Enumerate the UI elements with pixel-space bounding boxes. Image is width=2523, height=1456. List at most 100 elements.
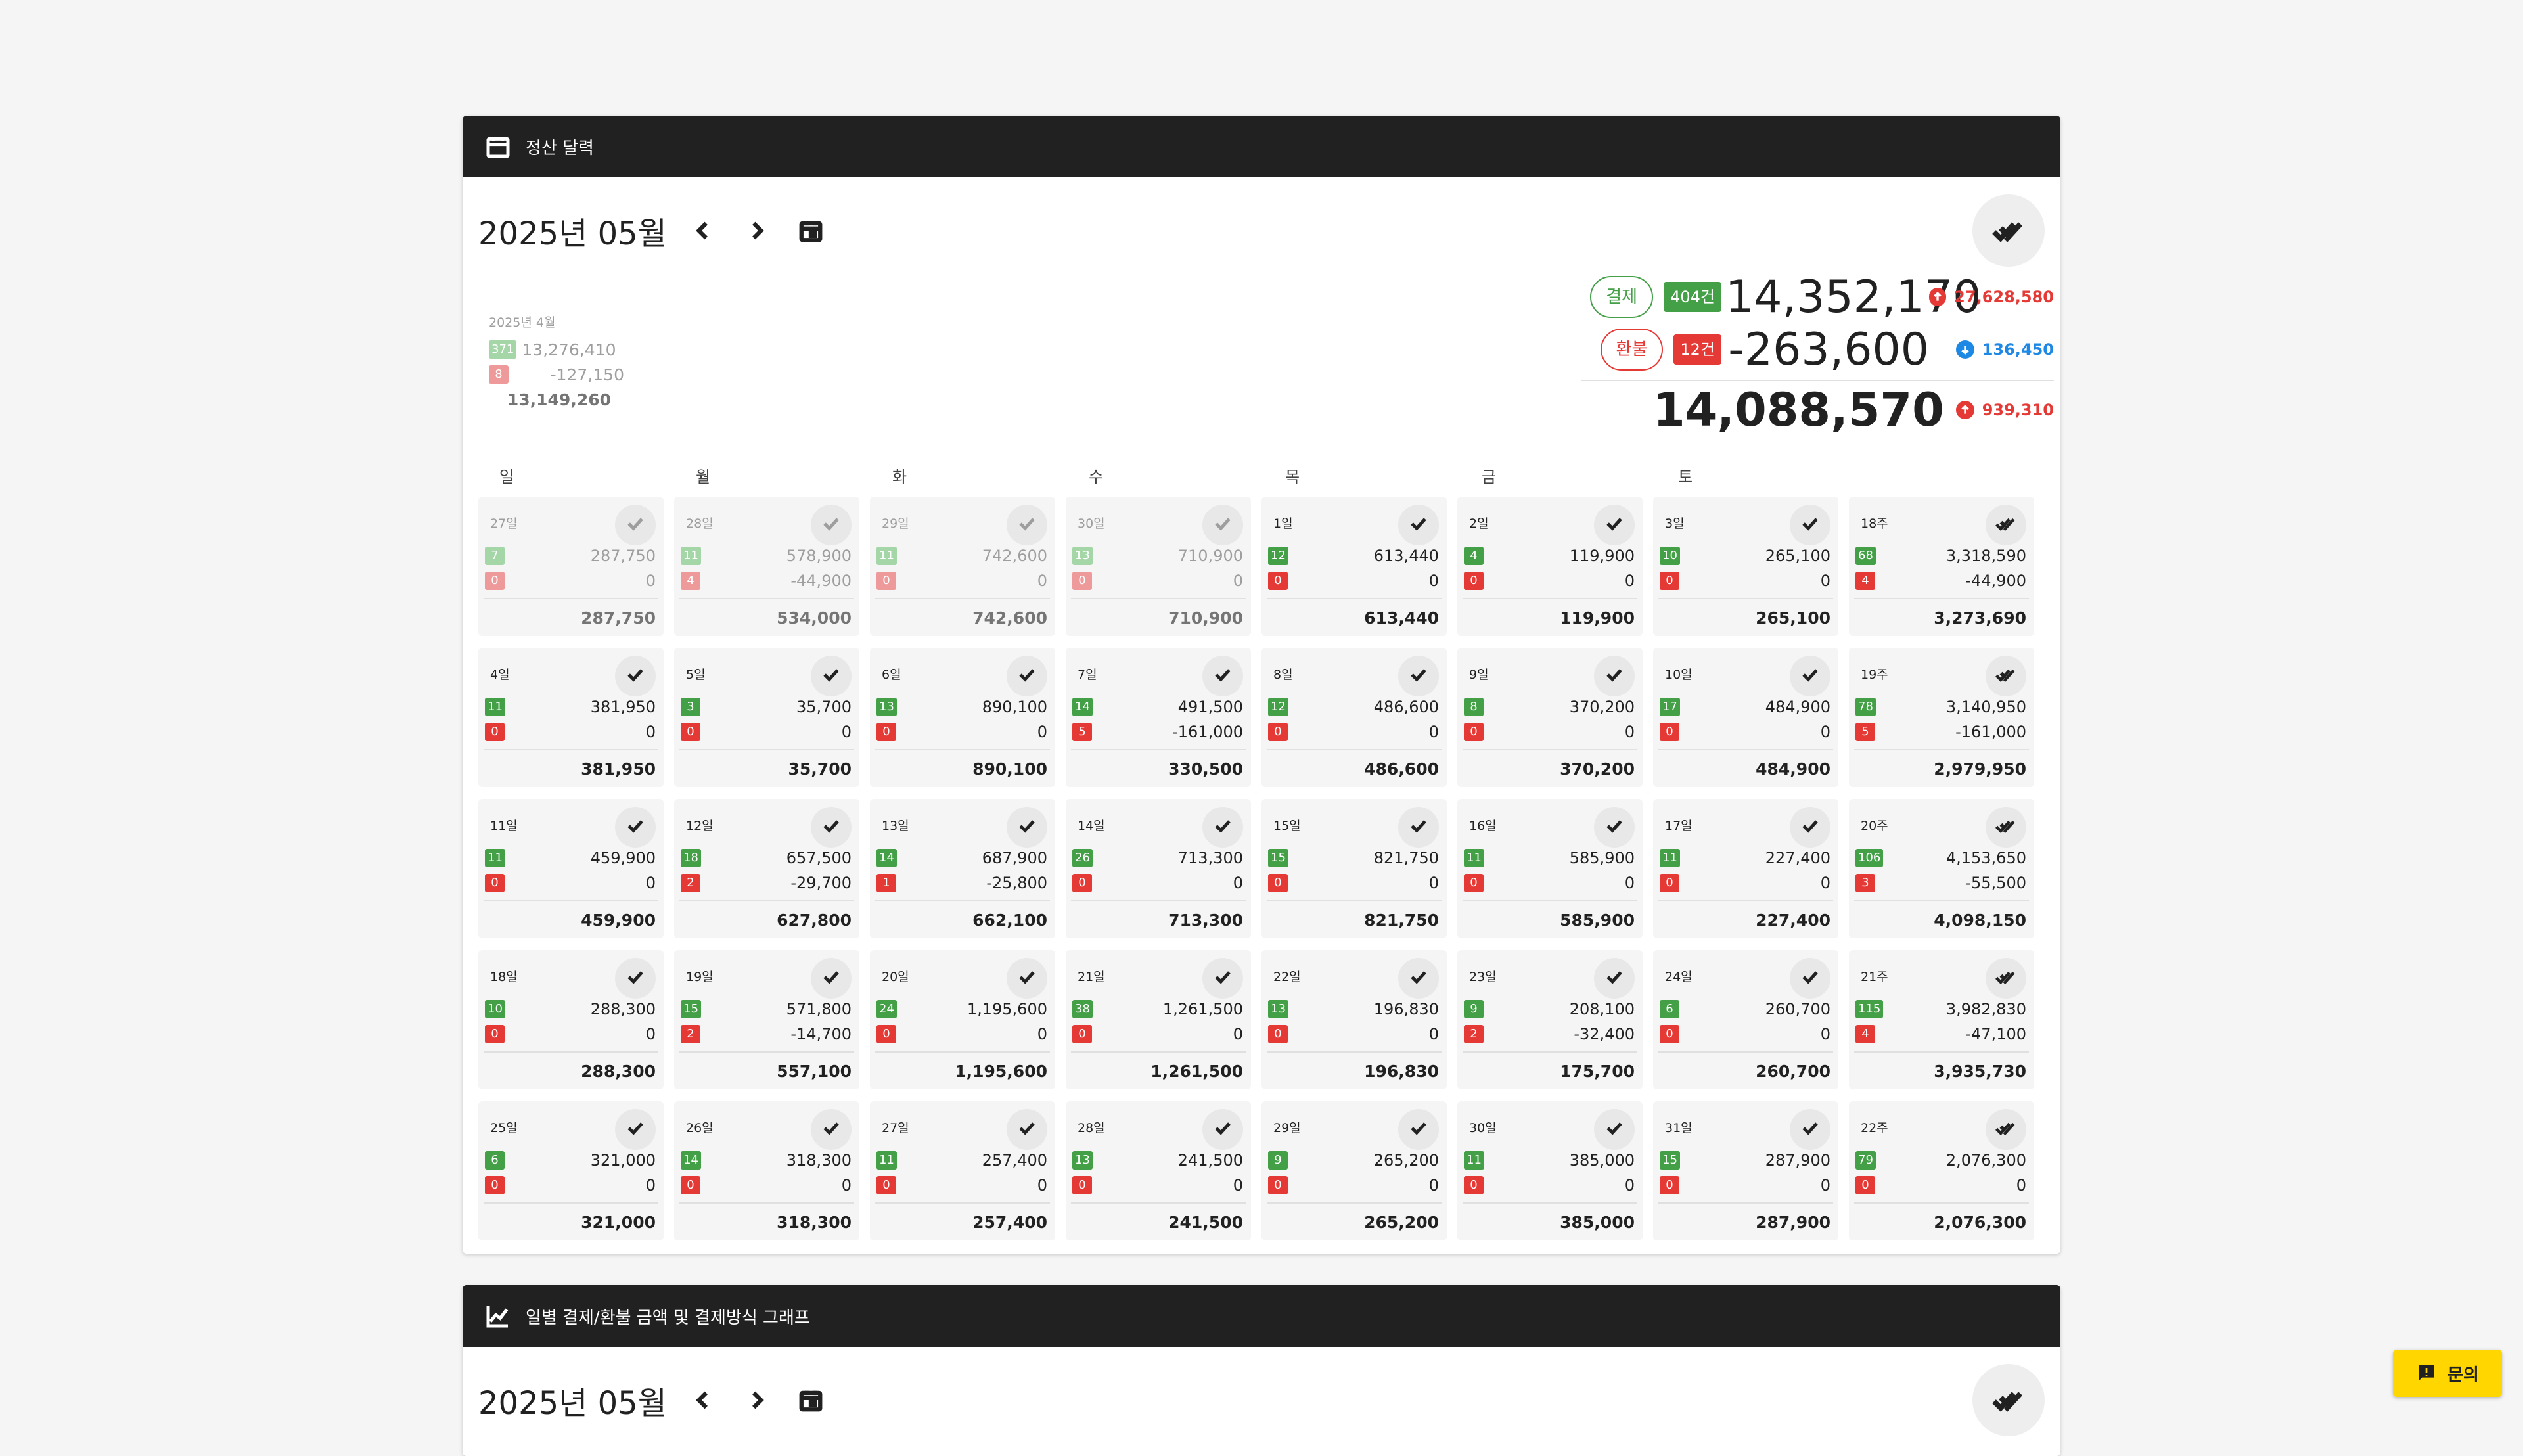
inquiry-button[interactable]: 문의 [2393,1350,2502,1397]
week-summary-cell[interactable]: 20주 106 4,153,650 3 -55,500 4,098,150 [1849,799,2034,938]
confirm-check-button[interactable] [1007,656,1047,696]
cell-divider [679,900,854,901]
refund-count-badge: 0 [1660,1025,1679,1043]
day-cell[interactable]: 25일 6 321,000 0 0 321,000 [478,1101,664,1240]
pay-amount: 265,200 [1373,1151,1439,1170]
confirm-check-button[interactable] [1398,1109,1439,1150]
day-cell[interactable]: 1일 12 613,440 0 0 613,440 [1262,497,1447,636]
confirm-check-button[interactable] [1986,656,2026,696]
confirm-check-button[interactable] [1790,656,1830,696]
confirm-check-button[interactable] [1007,1109,1047,1150]
day-cell[interactable]: 27일 11 257,400 0 0 257,400 [870,1101,1055,1240]
pay-filter-chip[interactable]: 결제 [1590,276,1654,318]
day-cell[interactable]: 16일 11 585,900 0 0 585,900 [1457,799,1643,938]
confirm-check-button[interactable] [1398,656,1439,696]
day-cell[interactable]: 24일 6 260,700 0 0 260,700 [1653,950,1838,1089]
day-cell[interactable]: 20일 24 1,195,600 0 0 1,195,600 [870,950,1055,1089]
day-cell[interactable]: 27일 7 287,750 0 0 287,750 [478,497,664,636]
chevron-left-icon [696,221,708,240]
prev-month-button[interactable] [685,1382,721,1418]
confirm-check-button[interactable] [615,656,656,696]
day-cell[interactable]: 21일 38 1,261,500 0 0 1,261,500 [1066,950,1251,1089]
day-cell[interactable]: 2일 4 119,900 0 0 119,900 [1457,497,1643,636]
week-summary-cell[interactable]: 18주 68 3,318,590 4 -44,900 3,273,690 [1849,497,2034,636]
confirm-check-button[interactable] [1790,958,1830,999]
day-cell[interactable]: 3일 10 265,100 0 0 265,100 [1653,497,1838,636]
day-cell[interactable]: 17일 11 227,400 0 0 227,400 [1653,799,1838,938]
confirm-all-button[interactable] [1972,1364,2045,1436]
cell-divider [484,1202,658,1204]
confirm-check-button[interactable] [1986,958,2026,999]
confirm-check-button[interactable] [1594,958,1635,999]
confirm-check-button[interactable] [811,958,852,999]
confirm-check-button[interactable] [1790,807,1830,848]
confirm-check-button[interactable] [1986,505,2026,545]
day-cell[interactable]: 4일 11 381,950 0 0 381,950 [478,648,664,787]
confirm-check-button[interactable] [615,505,656,545]
confirm-check-button[interactable] [1398,958,1439,999]
confirm-check-button[interactable] [1398,505,1439,545]
day-cell[interactable]: 8일 12 486,600 0 0 486,600 [1262,648,1447,787]
day-cell[interactable]: 11일 11 459,900 0 0 459,900 [478,799,664,938]
confirm-check-button[interactable] [1594,1109,1635,1150]
net-total: 3,935,730 [1934,1062,2026,1081]
confirm-check-button[interactable] [1594,505,1635,545]
confirm-all-button[interactable] [1972,194,2045,267]
confirm-check-button[interactable] [1986,1109,2026,1150]
next-month-button[interactable] [739,213,775,248]
confirm-check-button[interactable] [1202,656,1243,696]
confirm-check-button[interactable] [1007,505,1047,545]
refund-row: 00 [1464,874,1635,892]
confirm-check-button[interactable] [1007,958,1047,999]
day-cell[interactable]: 18일 10 288,300 0 0 288,300 [478,950,664,1089]
confirm-check-button[interactable] [615,807,656,848]
day-cell[interactable]: 22일 13 196,830 0 0 196,830 [1262,950,1447,1089]
day-cell[interactable]: 29일 9 265,200 0 0 265,200 [1262,1101,1447,1240]
day-cell[interactable]: 26일 14 318,300 0 0 318,300 [674,1101,859,1240]
day-cell[interactable]: 5일 3 35,700 0 0 35,700 [674,648,859,787]
day-cell[interactable]: 6일 13 890,100 0 0 890,100 [870,648,1055,787]
refund-filter-chip[interactable]: 환불 [1600,329,1664,371]
confirm-check-button[interactable] [1594,807,1635,848]
confirm-check-button[interactable] [1594,656,1635,696]
day-cell[interactable]: 23일 9 208,100 2 -32,400 175,700 [1457,950,1643,1089]
confirm-check-button[interactable] [1398,807,1439,848]
confirm-check-button[interactable] [615,958,656,999]
confirm-check-button[interactable] [1986,807,2026,848]
day-cell[interactable]: 29일 11 742,600 0 0 742,600 [870,497,1055,636]
confirm-check-button[interactable] [811,807,852,848]
confirm-check-button[interactable] [1202,505,1243,545]
day-cell[interactable]: 7일 14 491,500 5 -161,000 330,500 [1066,648,1251,787]
date-picker-button[interactable] [793,1382,829,1418]
confirm-check-button[interactable] [1202,1109,1243,1150]
day-cell[interactable]: 28일 13 241,500 0 0 241,500 [1066,1101,1251,1240]
day-cell[interactable]: 30일 13 710,900 0 0 710,900 [1066,497,1251,636]
confirm-check-button[interactable] [1007,807,1047,848]
next-month-button[interactable] [739,1382,775,1418]
check-icon [1212,664,1234,689]
confirm-check-button[interactable] [811,505,852,545]
confirm-check-button[interactable] [811,1109,852,1150]
day-cell[interactable]: 9일 8 370,200 0 0 370,200 [1457,648,1643,787]
confirm-check-button[interactable] [1202,958,1243,999]
week-summary-cell[interactable]: 22주 79 2,076,300 0 0 2,076,300 [1849,1101,2034,1240]
day-cell[interactable]: 12일 18 657,500 2 -29,700 627,800 [674,799,859,938]
confirm-check-button[interactable] [1790,505,1830,545]
confirm-check-button[interactable] [811,656,852,696]
pay-count-badge: 8 [1464,698,1484,716]
confirm-check-button[interactable] [615,1109,656,1150]
day-cell[interactable]: 10일 17 484,900 0 0 484,900 [1653,648,1838,787]
prev-month-button[interactable] [685,213,721,248]
day-cell[interactable]: 14일 26 713,300 0 0 713,300 [1066,799,1251,938]
confirm-check-button[interactable] [1202,807,1243,848]
day-cell[interactable]: 13일 14 687,900 1 -25,800 662,100 [870,799,1055,938]
day-cell[interactable]: 19일 15 571,800 2 -14,700 557,100 [674,950,859,1089]
week-summary-cell[interactable]: 19주 78 3,140,950 5 -161,000 2,979,950 [1849,648,2034,787]
date-picker-button[interactable] [793,213,829,248]
day-cell[interactable]: 31일 15 287,900 0 0 287,900 [1653,1101,1838,1240]
confirm-check-button[interactable] [1790,1109,1830,1150]
day-cell[interactable]: 28일 11 578,900 4 -44,900 534,000 [674,497,859,636]
week-summary-cell[interactable]: 21주 115 3,982,830 4 -47,100 3,935,730 [1849,950,2034,1089]
day-cell[interactable]: 30일 11 385,000 0 0 385,000 [1457,1101,1643,1240]
day-cell[interactable]: 15일 15 821,750 0 0 821,750 [1262,799,1447,938]
